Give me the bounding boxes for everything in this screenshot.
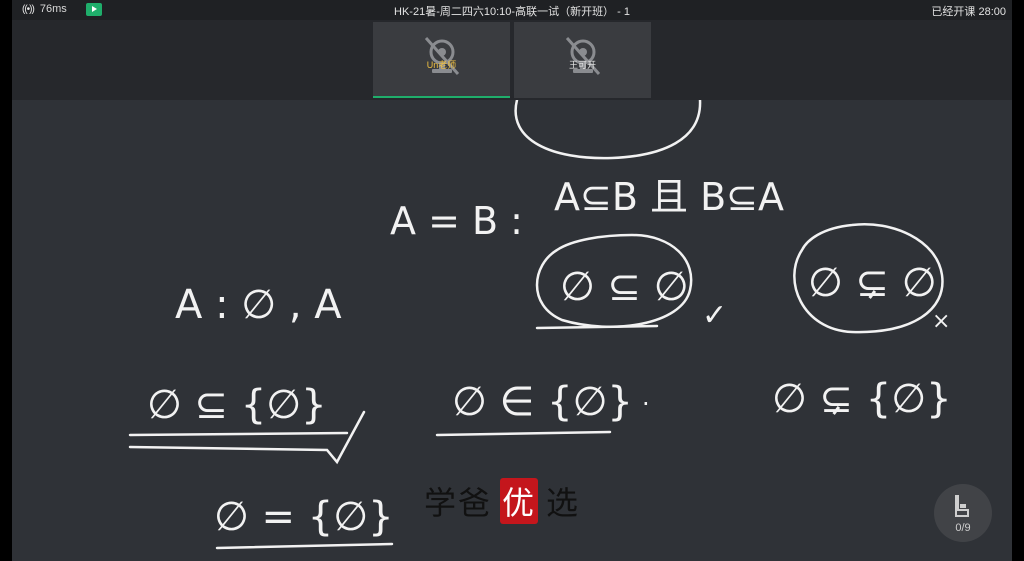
row3-proper-subset: ∅ ⊊ {∅} [772, 376, 952, 422]
row3-element: ∅ ∈ {∅} [452, 379, 633, 425]
row3-dot: . [642, 383, 650, 411]
watermark-highlight: 优 [500, 478, 539, 524]
eq-def-right: A⊆B 且 B⊆A [554, 175, 784, 219]
ink-stroke [514, 100, 702, 160]
ink-stroke [535, 324, 659, 330]
eq-def-left: A = B : [390, 199, 523, 243]
ink-stroke [128, 431, 349, 437]
watermark-text: 选 [546, 484, 581, 522]
ink-stroke [215, 542, 394, 550]
watermark-text: 学爸 [424, 484, 493, 522]
ink-stroke [435, 430, 612, 437]
class-title: HK-21暑-周二四六10:10-高联一试（新开班） - 1 [394, 6, 630, 18]
video-tile-teacher[interactable]: Un老师 [373, 22, 510, 98]
row3-subset: ∅ ⊆ {∅} [147, 382, 327, 428]
video-strip: Un老师 王可开 [12, 20, 1012, 100]
class-status: 已经开课 28:00 [931, 3, 1006, 19]
watermark-logo: 学爸 优 选 [424, 478, 580, 524]
check-mark: ✓ [702, 298, 727, 333]
cross-mark: × [932, 309, 950, 334]
row4-equal: ∅ = {∅} [214, 494, 394, 540]
top-status-bar: ((•)) 76ms HK-21暑-周二四六10:10-高联一试（新开班） - … [12, 0, 1012, 20]
row2-label: A : ∅ , A [175, 282, 342, 328]
participant-name: 王可开 [568, 60, 596, 70]
classroom-window: ((•)) 76ms HK-21暑-周二四六10:10-高联一试（新开班） - … [12, 0, 1012, 561]
video-tile-student[interactable]: 王可开 [514, 22, 651, 98]
page-counter-button[interactable]: 0/9 [934, 484, 992, 542]
box2-text: ∅ ⊊ ∅ [808, 260, 937, 306]
elapsed-time: 28:00 [978, 6, 1006, 18]
camera-off-icon [424, 37, 459, 75]
hand-raise-icon [955, 495, 969, 517]
camera-off-icon [565, 37, 600, 75]
page-counter: 0/9 [955, 522, 971, 534]
box1-text: ∅ ⊆ ∅ [560, 264, 689, 310]
participant-name: Un老师 [426, 60, 457, 70]
whiteboard[interactable]: A = B : A⊆B 且 B⊆A A : ∅ , A ∅ ⊆ ∅ ✓ ∅ ⊊ … [12, 100, 1012, 561]
status-label: 已经开课 [931, 6, 976, 18]
